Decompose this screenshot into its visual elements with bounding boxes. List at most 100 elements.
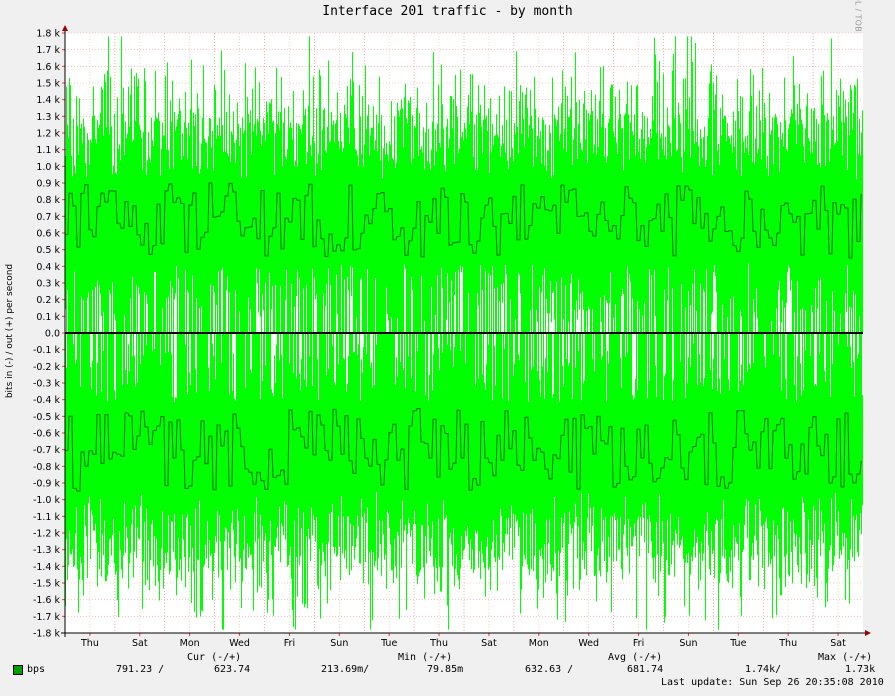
series-gap [432,333,433,391]
series-gap [127,333,128,385]
series-gap [773,333,774,355]
series-gap [703,333,704,386]
series-gap [146,333,147,345]
y-tick-label: -1.3 k [33,545,61,556]
series-gap [265,333,266,366]
legend-max-in: 1.74k/ [745,664,782,675]
series-gap [170,281,171,333]
series-gap [176,333,177,398]
series-gap [794,333,795,386]
series-gap [347,277,348,333]
series-gap [462,267,463,333]
x-axis-arrow [865,630,871,636]
series-gap [753,333,754,363]
series-gap [632,298,633,333]
series-gap [262,333,263,381]
series-gap [572,333,573,399]
series-gap [235,333,236,401]
series-gap [376,333,377,345]
series-gap [388,320,389,333]
series-gap [537,321,538,333]
series-gap [354,333,355,352]
series-gap [602,333,603,356]
series-gap [601,321,602,333]
series-gap [715,276,716,333]
series-gap [282,333,283,399]
series-gap [818,280,819,333]
series-gap [306,285,307,333]
series-gap [583,333,584,384]
series-gap [438,333,439,348]
series-gap [531,333,532,370]
series-gap [505,265,506,333]
series-gap [454,333,455,347]
series-gap [201,306,202,333]
series-gap [81,296,82,333]
series-gap [571,274,572,333]
legend-header-min: Min (-/+) [398,652,453,663]
series-gap [289,333,290,364]
series-gap [73,333,74,345]
series-gap [592,333,593,360]
series-gap [551,322,552,333]
y-tick-label: 1.6 k [36,62,60,73]
series-gap [92,290,93,333]
legend-header-avg: Avg (-/+) [608,652,663,663]
series-gap [583,309,584,333]
series-gap [754,312,755,333]
series-gap [649,333,650,381]
series-gap [226,290,227,333]
series-gap [442,288,443,333]
series-gap [316,294,317,333]
series-gap [312,268,313,333]
x-tick-label: Sun [330,638,348,649]
series-gap [530,310,531,333]
series-gap [260,333,261,400]
series-gap [88,292,89,333]
series-gap [162,308,163,333]
series-gap [347,333,348,384]
series-gap [165,333,166,353]
series-gap [568,321,569,333]
series-gap [175,293,176,333]
series-gap [797,333,798,357]
y-tick-label: 0.3 k [36,279,60,290]
series-gap [525,333,526,383]
series-gap [218,271,219,333]
series-gap [312,333,313,386]
series-gap [552,293,553,333]
y-tick-label: -1.4 k [33,562,61,573]
traffic-chart: 1.8 k 1.7 k 1.6 k 1.5 k 1.4 k 1.3 k 1.2 k 1.1 k… [33,25,871,649]
series-gap [296,296,297,333]
series-gap [700,333,701,383]
series-gap [269,272,270,333]
series-gap [425,333,426,396]
series-gap [847,333,848,347]
series-gap [348,333,349,357]
series-gap [514,333,515,364]
series-gap [250,333,251,370]
series-gap [344,333,345,360]
series-gap [554,319,555,333]
series-gap [90,333,91,367]
series-gap [488,273,489,333]
series-gap [215,333,216,380]
series-gap [451,280,452,333]
series-gap [147,303,148,333]
y-tick-label: 1.5 k [36,79,60,90]
series-gap [477,293,478,333]
y-tick-label: -1.2 k [33,529,61,540]
series-gap [592,309,593,333]
y-tick-label: 1.4 k [36,95,60,106]
series-gap [155,272,156,333]
series-gap [260,316,261,333]
series-gap [608,333,609,364]
series-gap [713,271,714,333]
series-gap [857,333,858,358]
series-gap [484,333,485,383]
series-gap [625,333,626,358]
x-tick-label: Sun [679,638,697,649]
series-gap [458,269,459,333]
series-gap [786,333,787,399]
series-gap [664,333,665,377]
